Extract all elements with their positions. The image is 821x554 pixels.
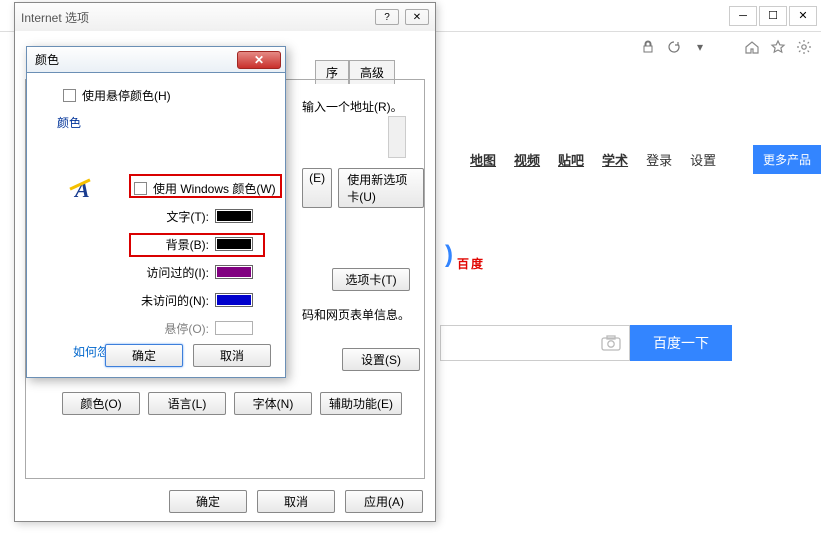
maximize-button[interactable]: ☐ [759, 6, 787, 26]
io-close-button[interactable]: ✕ [405, 9, 429, 25]
cd-titlebar: 颜色 ✕ [27, 47, 285, 73]
bg-color-row: 背景(B): [131, 233, 276, 255]
camera-icon[interactable] [601, 335, 621, 351]
hover-color-checkbox[interactable] [63, 89, 76, 102]
more-products-button[interactable]: 更多产品 [753, 145, 821, 174]
accessibility-button[interactable]: 辅助功能(E) [320, 392, 402, 415]
hover-color-row: 使用悬停颜色(H) [63, 87, 267, 104]
io-titlebar: Internet 选项 ? ✕ [15, 3, 435, 31]
text-color-swatch[interactable] [215, 209, 253, 223]
visited-color-label: 访问过的(I): [131, 264, 209, 281]
star-icon[interactable] [769, 38, 787, 56]
io-tabcard-button[interactable]: 选项卡(T) [332, 268, 410, 291]
unvisited-color-row: 未访问的(N): [131, 289, 276, 311]
io-btn-e[interactable]: (E) [302, 168, 332, 208]
home-icon[interactable] [743, 38, 761, 56]
nav-scholar[interactable]: 学术 [602, 150, 628, 169]
nav-tieba[interactable]: 贴吧 [558, 150, 584, 169]
nav-video[interactable]: 视频 [514, 150, 540, 169]
cd-ok-button[interactable]: 确定 [105, 344, 183, 367]
io-scrollbar[interactable] [388, 116, 406, 158]
io-footer: 确定 取消 应用(A) [169, 490, 423, 513]
cd-group-label: 颜色 [57, 114, 267, 131]
text-color-label: 文字(T): [131, 208, 209, 225]
io-apply-button[interactable]: 应用(A) [345, 490, 423, 513]
dropdown-icon[interactable]: ▾ [691, 38, 709, 56]
hover-swatch [215, 321, 253, 335]
browser-toolbar: ▾ [631, 32, 821, 62]
cd-close-button[interactable]: ✕ [237, 51, 281, 69]
fonts-button[interactable]: 字体(N) [234, 392, 312, 415]
io-help-button[interactable]: ? [375, 9, 399, 25]
bg-color-swatch[interactable] [215, 237, 253, 251]
text-color-row: 文字(T): [131, 205, 276, 227]
colors-dialog: 颜色 ✕ 使用悬停颜色(H) 颜色 A 使用 Windows 颜色(W) 文字(… [26, 46, 286, 378]
visited-color-swatch[interactable] [215, 265, 253, 279]
nav-map[interactable]: 地图 [470, 150, 496, 169]
cd-title-text: 颜色 [35, 51, 59, 68]
close-button[interactable]: ✕ [789, 6, 817, 26]
lock-icon [639, 38, 657, 56]
bg-color-label: 背景(B): [131, 236, 209, 253]
search-button[interactable]: 百度一下 [630, 325, 732, 361]
io-cancel-button[interactable]: 取消 [257, 490, 335, 513]
io-title-text: Internet 选项 [21, 9, 89, 26]
hover-swatch-row: 悬停(O): [131, 317, 276, 339]
search-input[interactable] [440, 325, 630, 361]
io-ok-button[interactable]: 确定 [169, 490, 247, 513]
io-settings-button[interactable]: 设置(S) [342, 348, 420, 371]
cd-rows: 使用 Windows 颜色(W) 文字(T): 背景(B): 访问过的(I): … [131, 177, 276, 345]
unvisited-color-label: 未访问的(N): [131, 292, 209, 309]
cd-footer: 确定 取消 [105, 344, 271, 367]
gear-icon[interactable] [795, 38, 813, 56]
cd-body: 使用悬停颜色(H) 颜色 [27, 73, 285, 151]
io-button-row1: (E) 使用新选项卡(U) [302, 168, 424, 208]
baidu-search: 百度一下 [440, 325, 732, 361]
baidu-logo: )百度 [445, 235, 485, 277]
nav-settings[interactable]: 设置 [690, 150, 716, 169]
io-address-hint: 输入一个地址(R)。 [302, 98, 403, 115]
hover-color-label: 使用悬停颜色(H) [82, 87, 171, 104]
refresh-icon[interactable] [665, 38, 683, 56]
windows-color-label: 使用 Windows 颜色(W) [153, 180, 276, 197]
language-button[interactable]: 语言(L) [148, 392, 226, 415]
minimize-button[interactable]: ─ [729, 6, 757, 26]
baidu-nav: 地图 视频 贴吧 学术 登录 设置 [470, 150, 716, 169]
nav-login[interactable]: 登录 [646, 150, 672, 169]
hover-swatch-label: 悬停(O): [131, 320, 209, 337]
font-color-icon: A [75, 177, 103, 205]
io-html5-hint: 码和网页表单信息。 [302, 306, 410, 323]
io-bottom-buttons: 颜色(O) 语言(L) 字体(N) 辅助功能(E) [62, 392, 402, 415]
windows-color-checkbox[interactable] [134, 182, 147, 195]
windows-color-row: 使用 Windows 颜色(W) [131, 177, 276, 199]
cd-cancel-button[interactable]: 取消 [193, 344, 271, 367]
colors-button[interactable]: 颜色(O) [62, 392, 140, 415]
visited-color-row: 访问过的(I): [131, 261, 276, 283]
unvisited-color-swatch[interactable] [215, 293, 253, 307]
io-btn-new-tab[interactable]: 使用新选项卡(U) [338, 168, 424, 208]
